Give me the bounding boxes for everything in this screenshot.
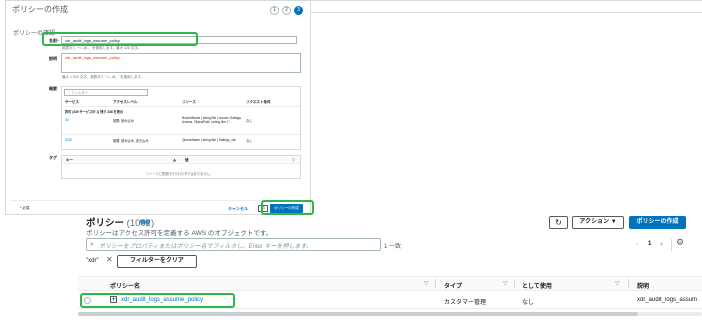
- row-highlight: [80, 293, 235, 308]
- match-count: 1 一致: [384, 244, 402, 250]
- column-separator: [628, 279, 629, 288]
- sort-down-icon[interactable]: ▽: [292, 157, 295, 162]
- chevron-left-icon[interactable]: ‹: [636, 240, 639, 248]
- col-used-as[interactable]: として使用: [522, 281, 552, 290]
- background-divider: [311, 0, 702, 1]
- permission-access: 制限: 読み込み: [113, 119, 134, 123]
- column-separator: [514, 279, 515, 288]
- search-icon: ⌕: [90, 240, 94, 248]
- permission-service-link[interactable]: SQS: [65, 138, 72, 142]
- name-field-highlight: [42, 32, 198, 46]
- divider: [62, 134, 300, 135]
- permission-resource: BucketName | string like | xnovec-Sattng…: [182, 116, 242, 124]
- step-indicator-2[interactable]: 2: [282, 6, 291, 15]
- col-value: 値: [185, 158, 189, 162]
- filter-placeholder: フィルター: [70, 91, 89, 95]
- col-access-level[interactable]: アクセスレベル: [113, 100, 137, 105]
- col-description[interactable]: 説明: [637, 281, 649, 290]
- sort-icon[interactable]: ▽: [503, 280, 508, 287]
- current-page[interactable]: 1: [648, 241, 651, 247]
- search-placeholder: ポリシーをプロパティまたはポリシー名でフィルタし、Enter キーを押します。: [99, 244, 312, 250]
- permission-resource: QueueName | string like | Sattngs_xdr: [182, 138, 236, 142]
- step-indicator-3[interactable]: 3: [294, 6, 303, 15]
- permission-condition: なし: [246, 139, 253, 143]
- scrollbar-thumb[interactable]: [78, 312, 638, 316]
- divider: [671, 239, 672, 251]
- refresh-icon: ↻: [555, 218, 562, 227]
- info-link[interactable]: 情報: [140, 219, 150, 226]
- filter-token: "xdr": [86, 258, 99, 264]
- sort-icon[interactable]: ▽: [615, 280, 620, 287]
- refresh-button[interactable]: ↻: [549, 216, 568, 229]
- tags-label: タグ: [49, 155, 57, 160]
- column-separator: [435, 279, 436, 288]
- col-policy-name[interactable]: ポリシー名: [110, 281, 140, 290]
- policy-used-as: なし: [522, 300, 535, 306]
- table-header: [78, 276, 702, 291]
- policy-description: xdr_audit_logs_assum: [637, 297, 698, 303]
- permission-group-label: 許可 (339 サービス中 1) 残り 338 を表示: [65, 110, 124, 114]
- step-indicator-1[interactable]: 1: [270, 6, 279, 15]
- close-icon[interactable]: ✕: [106, 255, 113, 264]
- divider: [62, 106, 300, 107]
- clear-filters-button[interactable]: フィルターをクリア: [117, 255, 197, 268]
- background-divider: [311, 12, 702, 13]
- col-key: キー: [66, 158, 73, 162]
- sort-up-icon[interactable]: ▲: [173, 157, 176, 162]
- create-policy-button[interactable]: ポリシーの作成: [629, 216, 686, 229]
- chevron-right-icon[interactable]: ›: [660, 240, 663, 248]
- col-request-condition[interactable]: リクエスト条件: [246, 100, 271, 105]
- actions-dropdown-button[interactable]: アクション ▼: [572, 216, 624, 229]
- cancel-button[interactable]: キャンセル: [228, 206, 248, 212]
- summary-label: 概要: [49, 86, 57, 91]
- permission-access: 制限: 読み込み, 書き込み: [113, 139, 149, 143]
- create-button-highlight: [261, 200, 314, 215]
- sort-icon[interactable]: ▽: [424, 280, 429, 287]
- col-resource[interactable]: リソース: [182, 100, 196, 105]
- description-hint: 最大 1,000 文字。英数字と '+=,.@-_' を使用します。: [62, 75, 145, 79]
- required-note: * 必須: [20, 206, 30, 210]
- permission-service-link[interactable]: S3: [65, 118, 69, 122]
- description-field[interactable]: xdr_audit_logs_assume_policy: [61, 53, 301, 73]
- panel-title: ポリシーの作成: [12, 5, 68, 14]
- gear-icon[interactable]: ⚙: [676, 238, 684, 248]
- col-service[interactable]: サービス: [65, 100, 79, 105]
- policy-type: カスタマー管理: [444, 300, 487, 306]
- page-description: ポリシーはアクセス許可を定義する AWS のオブジェクトです。: [86, 230, 273, 237]
- col-type[interactable]: タイプ: [444, 281, 462, 290]
- description-label: 説明: [49, 56, 57, 61]
- permissions-filter-input[interactable]: ⌕ フィルター: [64, 89, 148, 96]
- permission-condition: なし: [246, 119, 253, 123]
- name-hint: 英数字と '+=,.@-_' を使用します。最大 128 文字。: [62, 46, 142, 50]
- tags-empty-message: リソースに関連付けられたタグはありません。: [146, 172, 213, 176]
- tags-table-header: [62, 156, 300, 164]
